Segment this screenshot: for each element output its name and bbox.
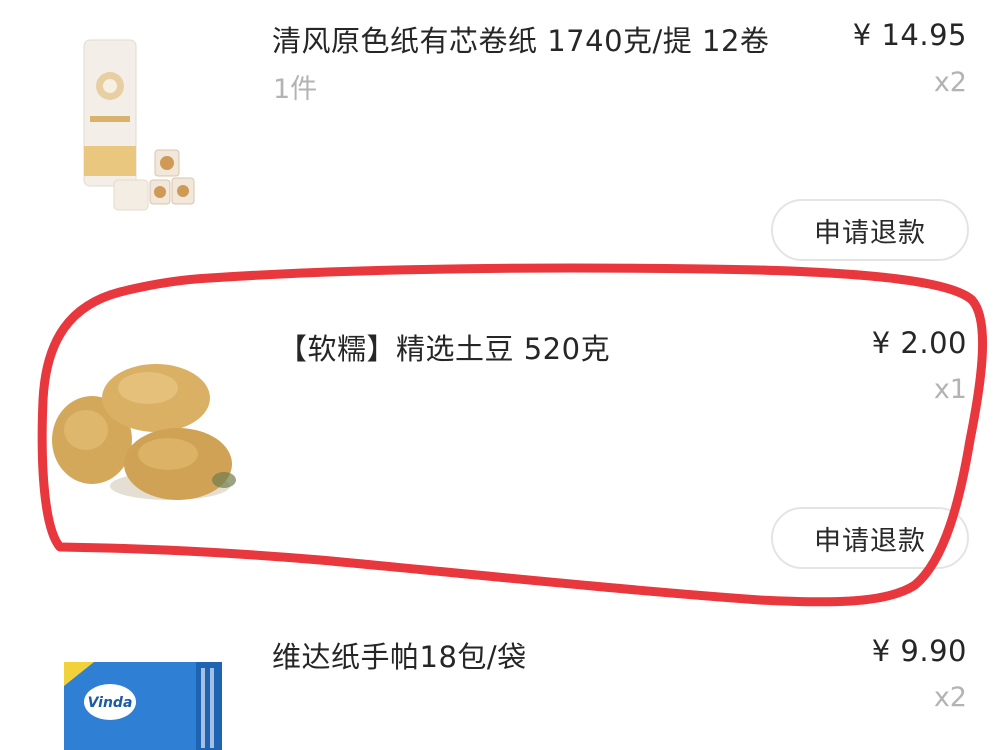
item-quantity: x2 (933, 67, 967, 98)
vinda-logo-text: Vinda (88, 695, 133, 711)
item-title: 维达纸手帕18包/袋 (272, 640, 527, 674)
refund-button[interactable]: 申请退款 (771, 507, 969, 569)
item-quantity: x1 (933, 374, 967, 405)
refund-button[interactable]: 申请退款 (771, 199, 969, 261)
tissue-pack-image: Vinda (58, 658, 228, 750)
order-items-page: 清风原色纸有芯卷纸 1740克/提 12卷 1件 ¥ 14.95 x2 申请退款… (0, 0, 1000, 750)
item-quantity: x2 (933, 682, 967, 713)
order-item-potato: 【软糯】精选土豆 520克 ¥ 2.00 x1 申请退款 (0, 270, 1000, 600)
item-title: 【软糯】精选土豆 520克 (278, 332, 611, 366)
item-title: 清风原色纸有芯卷纸 1740克/提 12卷 (272, 24, 770, 58)
potato-image (50, 358, 240, 508)
item-price: ¥ 9.90 (871, 634, 967, 668)
order-item-tissue: Vinda 维达纸手帕18包/袋 ¥ 9.90 x2 (0, 600, 1000, 750)
item-price: ¥ 14.95 (852, 18, 967, 52)
toilet-paper-image (70, 28, 200, 218)
order-item-toilet-paper: 清风原色纸有芯卷纸 1740克/提 12卷 1件 ¥ 14.95 x2 申请退款 (0, 0, 1000, 270)
item-quantity-note: 1件 (273, 74, 318, 105)
item-price: ¥ 2.00 (871, 326, 967, 360)
